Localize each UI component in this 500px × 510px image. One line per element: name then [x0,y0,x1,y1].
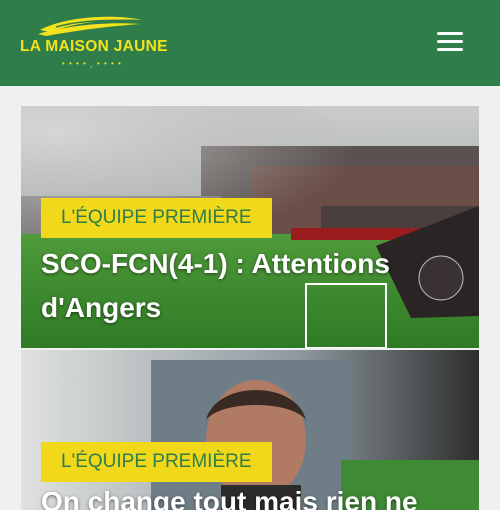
site-header: LA MAISON JAUNE • • • • ¸ • • • • [0,0,500,86]
hamburger-menu-icon[interactable] [437,30,465,54]
article-title[interactable]: On change tout mais rien ne [41,480,461,510]
brand-name: LA MAISON JAUNE [20,38,168,55]
article-title[interactable]: SCO-FCN(4-1) : Attentions d'Angers [41,242,461,330]
article-card[interactable]: L'ÉQUIPE PREMIÈRE On change tout mais ri… [21,350,479,510]
article-card[interactable]: L'ÉQUIPE PREMIÈRE SCO-FCN(4-1) : Attenti… [21,106,479,348]
category-badge[interactable]: L'ÉQUIPE PREMIÈRE [41,198,272,238]
category-badge[interactable]: L'ÉQUIPE PREMIÈRE [41,442,272,482]
brand-dots: • • • • ¸ • • • • [62,59,122,68]
logo-swoosh-icon [38,16,142,36]
site-logo[interactable]: LA MAISON JAUNE • • • • ¸ • • • • [18,14,168,70]
